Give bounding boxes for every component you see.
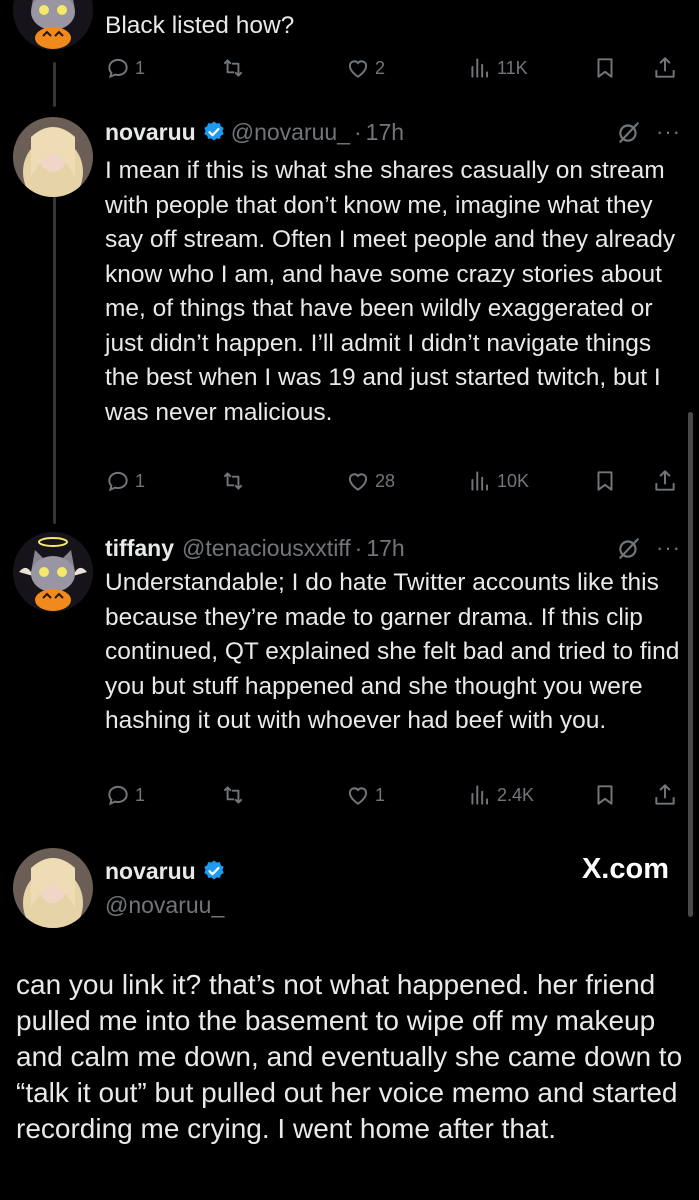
x-com-watermark: X.com [581,853,669,885]
main-tweet-handle-line: @novaruu_ [105,890,699,920]
scrollbar[interactable] [688,412,693,917]
avatar[interactable] [13,848,93,928]
verified-badge-icon [204,860,224,880]
main-tweet-text: can you link it? that’s not what happene… [16,969,683,1144]
handle[interactable]: @novaruu_ [105,892,224,919]
main-tweet[interactable]: novaruu @novaruu_ X.com can you link it?… [0,0,699,1200]
profile-photo-icon [13,848,93,928]
display-name[interactable]: novaruu [105,858,196,885]
